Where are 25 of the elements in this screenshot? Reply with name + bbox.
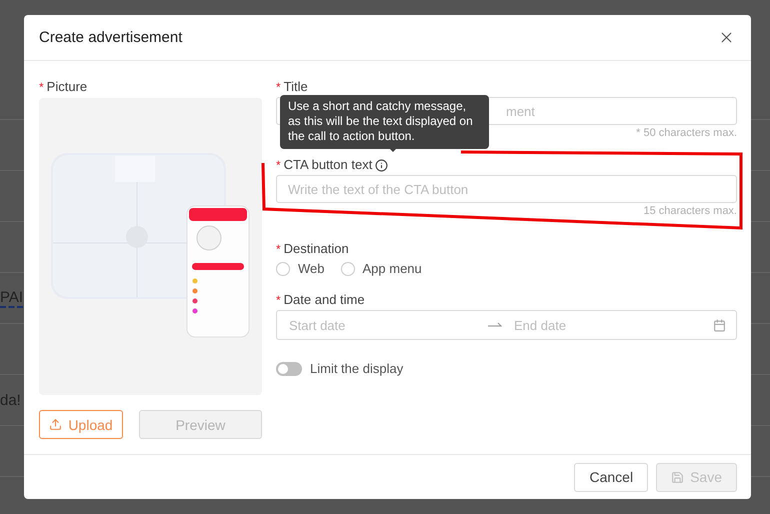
field-label: * CTA button text xyxy=(276,155,737,176)
radio-option[interactable]: App menu xyxy=(340,261,422,276)
radio-option[interactable]: Web xyxy=(276,261,324,276)
toggle-switch[interactable] xyxy=(276,362,302,376)
required-asterisk: * xyxy=(39,79,44,96)
cancel-button[interactable]: Cancel xyxy=(574,462,648,492)
field-label: * Destination xyxy=(276,239,737,260)
field-label: * Date and time xyxy=(276,290,737,310)
field-label: * Title xyxy=(276,77,737,98)
field-label: * Picture xyxy=(39,77,262,98)
dialog-title: Create advertisement xyxy=(39,29,182,46)
character-limit: * 50 characters max. xyxy=(636,126,737,142)
tooltip: Use a short and catchy message, as this will be the text displayed on the call to action button. xyxy=(280,95,489,150)
upload-icon xyxy=(49,418,62,432)
required-asterisk: * xyxy=(276,79,281,96)
required-asterisk: * xyxy=(276,292,281,310)
radio-circle-icon[interactable] xyxy=(340,262,354,276)
info-icon[interactable] xyxy=(375,158,388,172)
text-input[interactable]: Write the text of the CTA button xyxy=(276,175,737,204)
required-asterisk: * xyxy=(276,157,281,174)
calendar-icon xyxy=(713,318,726,332)
radio-circle-icon[interactable] xyxy=(276,262,290,276)
toggle-label: Limit the display xyxy=(310,361,404,376)
required-asterisk: * xyxy=(276,241,281,258)
character-limit: 15 characters max. xyxy=(643,204,737,220)
